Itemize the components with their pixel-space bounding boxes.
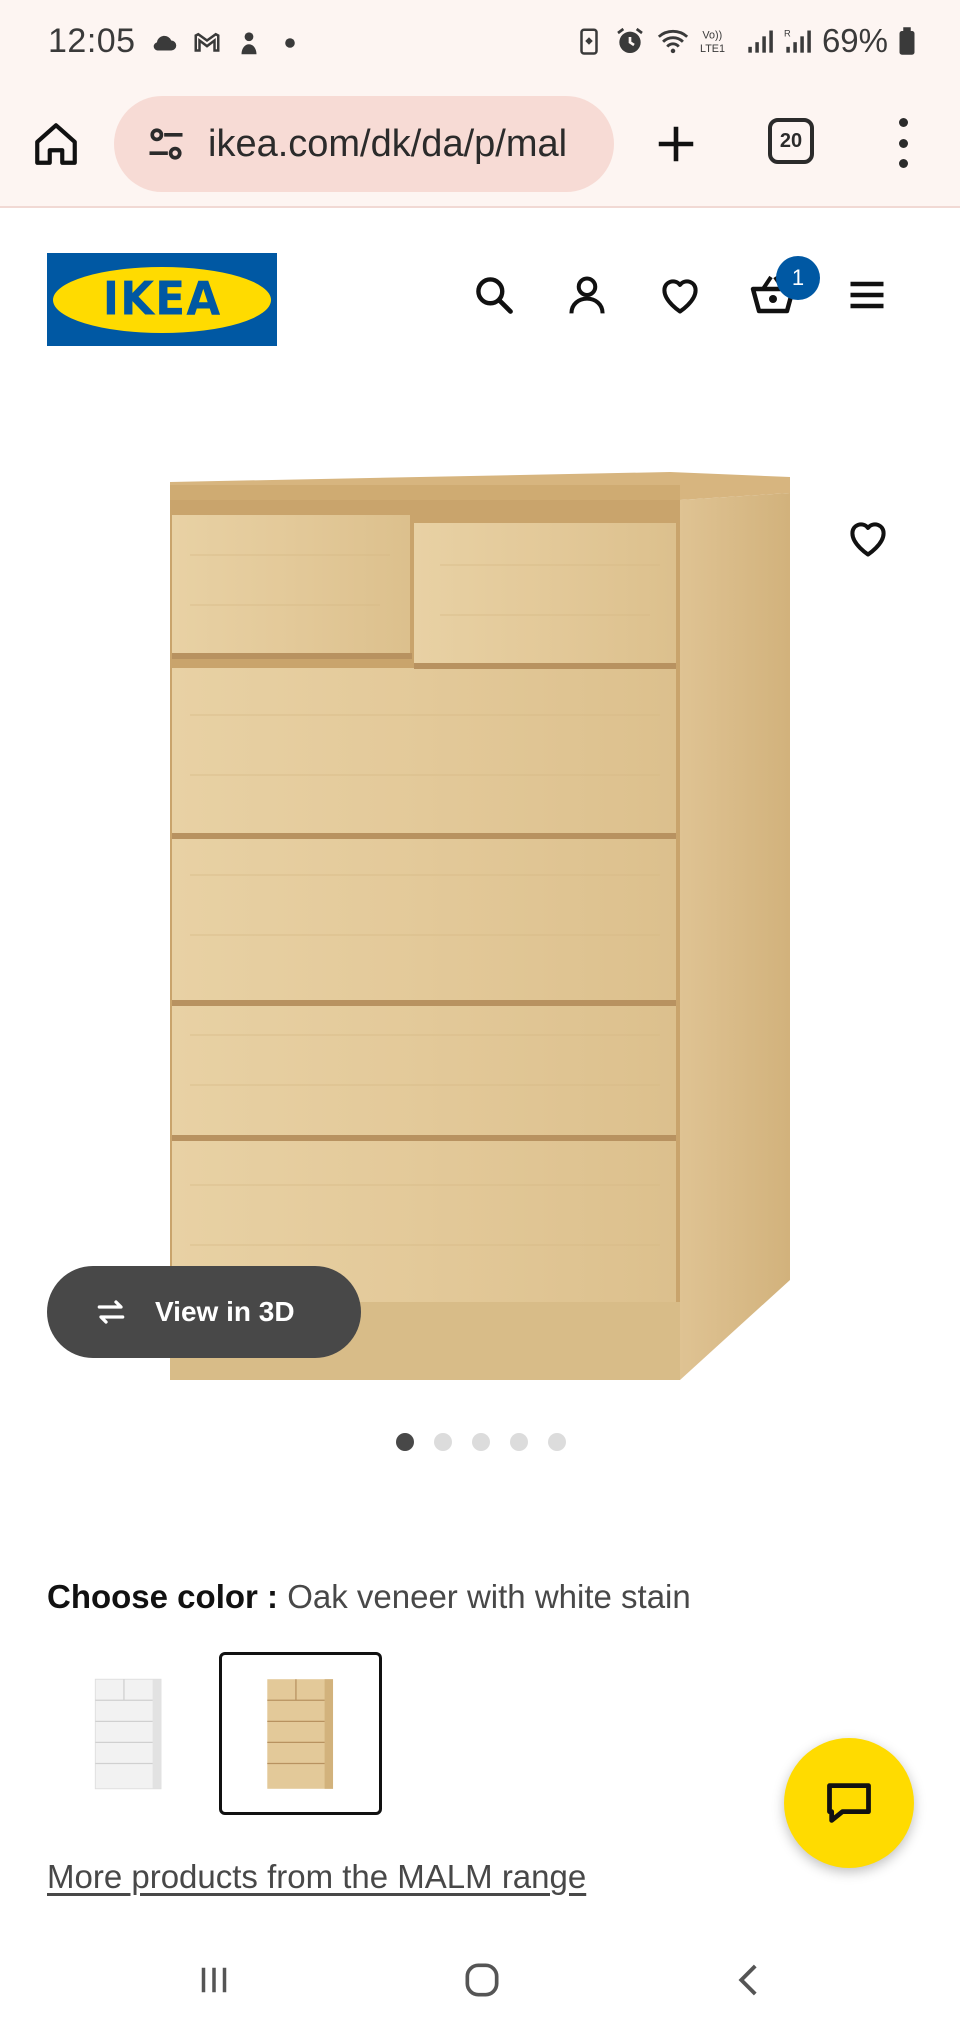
svg-text:R: R — [784, 28, 791, 38]
svg-text:Vo)): Vo)) — [702, 30, 722, 42]
carousel-dot[interactable] — [548, 1433, 566, 1451]
view-in-3d-button[interactable]: View in 3D — [47, 1266, 361, 1358]
white-dresser-thumbnail — [94, 1678, 161, 1789]
back-button[interactable] — [720, 1955, 780, 2005]
color-option-oak[interactable] — [219, 1652, 382, 1815]
search-button[interactable] — [469, 270, 519, 320]
battery-saver-icon — [580, 28, 598, 55]
back-icon — [738, 1964, 757, 1996]
oak-dresser-thumbnail — [266, 1678, 333, 1789]
status-bar: 12:05 Vo)) LTE1 R 69% — [0, 0, 960, 88]
choose-color-label: Choose color : — [47, 1578, 279, 1615]
home-button[interactable] — [28, 116, 84, 172]
choose-color: Choose color : Oak veneer with white sta… — [47, 1578, 691, 1616]
status-left-icons — [150, 28, 296, 58]
tabs-button[interactable]: 20 — [768, 118, 814, 164]
logo-text: IKEA — [102, 272, 222, 327]
color-option-white[interactable] — [47, 1652, 210, 1815]
cart-count-badge: 1 — [776, 256, 820, 300]
home-icon — [35, 123, 77, 165]
hamburger-icon — [850, 281, 884, 309]
choose-color-value: Oak veneer with white stain — [287, 1578, 691, 1615]
volte-icon: Vo))LTE1 — [700, 30, 725, 55]
add-to-favourites-button[interactable] — [842, 512, 894, 564]
view-in-3d-label: View in 3D — [155, 1296, 295, 1327]
search-icon — [476, 277, 513, 314]
tune-icon[interactable] — [144, 122, 188, 166]
dot-icon — [285, 38, 295, 48]
rotate-3d-icon — [97, 1300, 125, 1324]
chat-icon — [827, 1783, 871, 1823]
account-icon — [569, 276, 605, 314]
battery-icon — [899, 27, 915, 55]
new-tab-button[interactable] — [644, 112, 708, 176]
more-vert-icon[interactable] — [888, 110, 918, 176]
recents-icon — [201, 1967, 227, 1993]
carousel-dot[interactable] — [472, 1433, 490, 1451]
home-nav-icon — [465, 1963, 499, 1997]
favourites-button[interactable] — [655, 270, 705, 320]
signal-r-icon: R — [784, 28, 811, 53]
image-carousel-dots — [396, 1433, 566, 1451]
carousel-dot[interactable] — [510, 1433, 528, 1451]
wifi-icon — [657, 29, 689, 54]
heart-icon — [662, 279, 698, 314]
battery-percent: 69% — [821, 22, 888, 59]
system-nav-bar — [0, 1925, 960, 2027]
malm-range-link[interactable]: More products from the MALM range — [47, 1858, 586, 1896]
address-bar[interactable]: ikea.com/dk/da/p/mal — [114, 96, 614, 192]
plus-icon — [658, 126, 694, 162]
heart-icon — [850, 522, 886, 557]
gmail-icon — [194, 32, 220, 52]
status-time: 12:05 — [48, 22, 136, 60]
browser-toolbar: ikea.com/dk/da/p/mal 20 — [0, 88, 960, 208]
tab-count: 20 — [779, 129, 803, 152]
home-nav-button[interactable] — [452, 1955, 512, 2005]
cloud-icon — [153, 35, 177, 51]
carousel-dot[interactable] — [396, 1433, 414, 1451]
svg-text:LTE1: LTE1 — [700, 43, 725, 55]
recents-button[interactable] — [184, 1955, 244, 2005]
account-button[interactable] — [562, 270, 612, 320]
signal-icon — [748, 30, 773, 53]
url-text[interactable]: ikea.com/dk/da/p/mal — [208, 123, 567, 166]
status-right: Vo)) LTE1 R 69% — [574, 22, 916, 60]
carousel-dot[interactable] — [434, 1433, 452, 1451]
alarm-icon — [617, 27, 643, 53]
product-image[interactable] — [150, 455, 800, 1395]
chat-button[interactable] — [784, 1738, 914, 1868]
ikea-logo[interactable]: IKEA — [47, 253, 277, 346]
menu-button[interactable] — [842, 270, 892, 320]
app-icon — [241, 32, 257, 55]
